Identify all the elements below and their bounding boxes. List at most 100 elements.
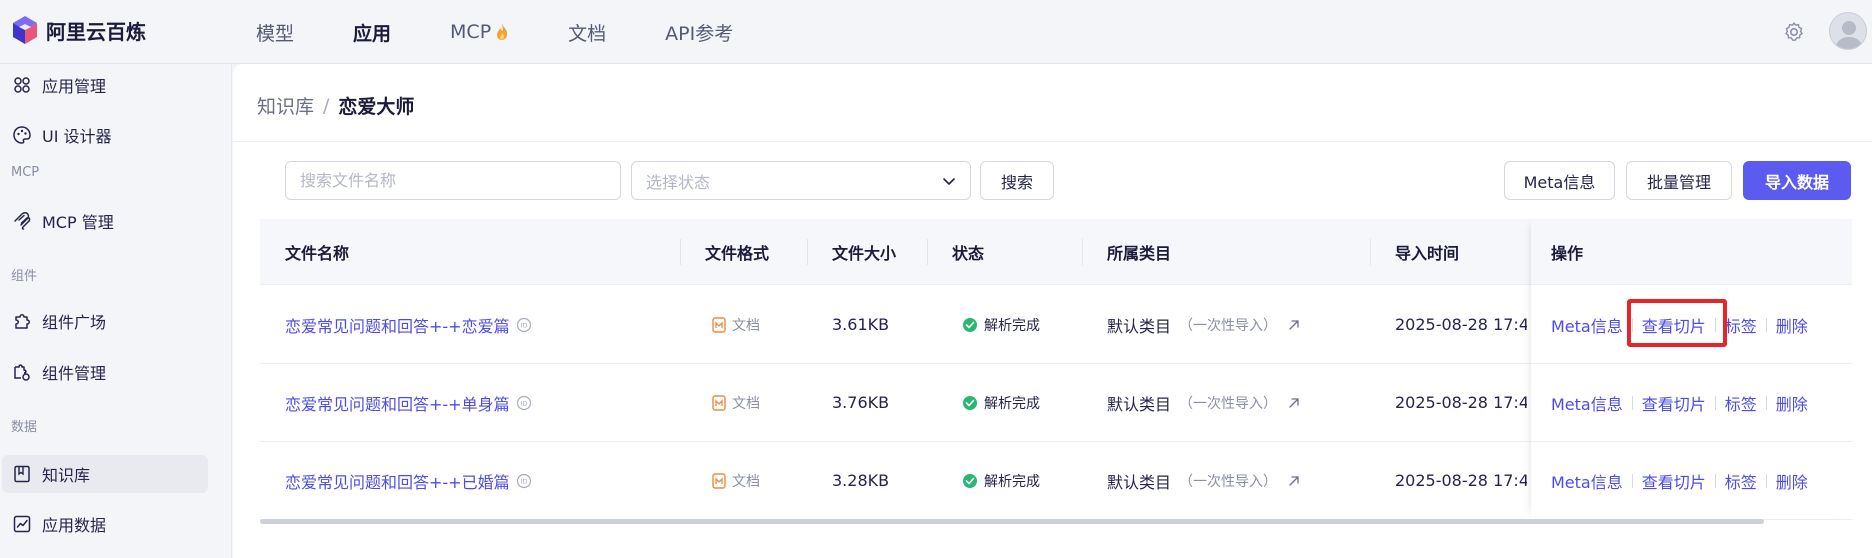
id-icon[interactable]: ID	[516, 473, 532, 489]
row-tags-link[interactable]: 标签	[1725, 313, 1757, 337]
row-tags-link[interactable]: 标签	[1725, 469, 1757, 493]
column-header-category: 所属类目	[1107, 244, 1172, 263]
sidebar-item-component-management[interactable]: 组件管理	[2, 353, 208, 391]
file-format-cell: 文档	[712, 286, 760, 363]
nav-app[interactable]: 应用	[353, 19, 391, 46]
breadcrumb-current: 恋爱大师	[338, 96, 415, 118]
breadcrumb-separator: /	[323, 94, 330, 117]
meta-info-button[interactable]: Meta信息	[1504, 161, 1615, 200]
category-cell: 默认类目 （一次性导入）	[1107, 442, 1301, 519]
row-delete-link[interactable]: 删除	[1776, 313, 1808, 337]
import-data-button[interactable]: 导入数据	[1743, 161, 1851, 200]
user-avatar[interactable]	[1829, 12, 1867, 50]
category-cell: 默认类目 （一次性导入）	[1107, 364, 1301, 441]
file-name-link[interactable]: 恋爱常见问题和回答+-+单身篇	[285, 391, 510, 415]
bailian-logo-icon	[13, 16, 37, 44]
row-actions: Meta信息 查看切片 标签 删除	[1551, 442, 1808, 519]
main-nav: 模型 应用 MCP 文档 API参考	[256, 0, 792, 64]
column-divider	[680, 239, 681, 265]
sidebar-item-knowledge-base[interactable]: 知识库	[2, 455, 208, 493]
column-header-actions: 操作	[1551, 244, 1584, 263]
file-name-link[interactable]: 恋爱常见问题和回答+-+恋爱篇	[285, 313, 510, 337]
component-settings-icon	[14, 364, 30, 381]
nav-api[interactable]: API参考	[665, 19, 733, 46]
app-name: 阿里云百炼	[46, 19, 146, 44]
status-text: 解析完成	[984, 473, 1040, 490]
row-meta-link[interactable]: Meta信息	[1551, 469, 1623, 493]
status-select[interactable]: 选择状态	[631, 161, 971, 200]
import-time-cell: 2025-08-28 17:48	[1395, 393, 1527, 412]
sidebar-item-ui-designer[interactable]: UI 设计器	[2, 116, 208, 154]
file-search-input[interactable]	[285, 161, 621, 200]
sidebar-section-data: 数据	[11, 420, 38, 435]
external-link-icon[interactable]	[1287, 474, 1301, 488]
file-size-cell: 3.61KB	[832, 315, 890, 334]
status-cell: 解析完成	[962, 442, 1040, 519]
gear-icon[interactable]	[1782, 20, 1806, 44]
row-view-chunks-link[interactable]: 查看切片	[1642, 391, 1706, 415]
breadcrumb: 知识库 / 恋爱大师	[257, 92, 414, 119]
row-meta-link[interactable]: Meta信息	[1551, 391, 1623, 415]
markdown-file-icon	[712, 316, 726, 333]
app-logo[interactable]: 阿里云百炼	[10, 14, 146, 46]
file-format-cell: 文档	[712, 442, 760, 519]
table-horizontal-scrollbar[interactable]	[260, 519, 1852, 525]
nav-mcp[interactable]: MCP	[450, 21, 509, 43]
sidebar-item-label: 知识库	[42, 466, 91, 485]
file-name-link[interactable]: 恋爱常见问题和回答+-+已婚篇	[285, 469, 510, 493]
row-delete-link[interactable]: 删除	[1776, 391, 1808, 415]
action-divider	[1765, 473, 1767, 488]
header-divider	[233, 141, 1872, 142]
category-cell: 默认类目 （一次性导入）	[1107, 286, 1301, 363]
sidebar-item-app-management[interactable]: 应用管理	[2, 66, 208, 104]
table-row: 恋爱常见问题和回答+-+已婚篇 ID 文档 3.28KB 解析完成 默认类目 （…	[260, 442, 1852, 520]
category-note: （一次性导入）	[1179, 317, 1278, 334]
nav-mcp-label: MCP	[450, 21, 492, 43]
chevron-down-icon	[943, 177, 955, 185]
row-view-chunks-link[interactable]: 查看切片	[1642, 469, 1706, 493]
nav-model[interactable]: 模型	[256, 19, 294, 46]
palette-icon	[13, 126, 31, 144]
file-name-cell: 恋爱常见问题和回答+-+已婚篇 ID	[285, 442, 532, 519]
external-link-icon[interactable]	[1287, 318, 1301, 332]
external-link-icon[interactable]	[1287, 396, 1301, 410]
sidebar-item-app-data[interactable]: 应用数据	[2, 505, 208, 543]
status-cell: 解析完成	[962, 364, 1040, 441]
status-text: 解析完成	[984, 395, 1040, 412]
batch-manage-button[interactable]: 批量管理	[1626, 161, 1732, 200]
scrollbar-thumb[interactable]	[260, 519, 1764, 524]
sidebar-item-mcp-management[interactable]: MCP 管理	[2, 202, 208, 240]
markdown-file-icon	[712, 472, 726, 489]
file-name-cell: 恋爱常见问题和回答+-+恋爱篇 ID	[285, 286, 532, 363]
table-header: 文件名称 文件格式 文件大小 状态 所属类目 导入时间 操作	[260, 219, 1852, 285]
row-delete-link[interactable]: 删除	[1776, 469, 1808, 493]
markdown-file-icon	[712, 394, 726, 411]
top-bar: 阿里云百炼 模型 应用 MCP 文档 API参考	[0, 0, 1872, 64]
sidebar-item-label: 应用管理	[42, 77, 107, 96]
search-button[interactable]: 搜索	[980, 161, 1054, 200]
nav-docs[interactable]: 文档	[568, 19, 606, 46]
sidebar-item-label: 组件管理	[42, 364, 107, 383]
row-meta-link[interactable]: Meta信息	[1551, 313, 1623, 337]
breadcrumb-parent[interactable]: 知识库	[257, 92, 314, 119]
category-note: （一次性导入）	[1179, 473, 1278, 490]
check-circle-icon	[963, 317, 977, 332]
flame-icon	[497, 24, 508, 40]
column-header-import-time: 导入时间	[1395, 244, 1460, 263]
sidebar-section-component: 组件	[11, 269, 38, 284]
sidebar-item-label: UI 设计器	[42, 127, 112, 146]
file-format-cell: 文档	[712, 364, 760, 441]
row-actions: Meta信息 查看切片 标签 删除	[1551, 364, 1808, 441]
id-icon[interactable]: ID	[516, 317, 532, 333]
sidebar: 应用管理 UI 设计器 MCP MCP 管理 组件 组件广场 组件管理 数据 知…	[0, 64, 232, 558]
sidebar-item-label: MCP 管理	[42, 213, 114, 232]
action-divider	[1714, 395, 1716, 410]
row-tags-link[interactable]: 标签	[1725, 391, 1757, 415]
user-icon	[1835, 21, 1863, 49]
file-name-cell: 恋爱常见问题和回答+-+单身篇 ID	[285, 364, 532, 441]
import-time-cell: 2025-08-28 17:48	[1395, 471, 1527, 490]
category-name: 默认类目	[1107, 394, 1172, 414]
mcp-icon	[14, 212, 31, 230]
sidebar-item-component-plaza[interactable]: 组件广场	[2, 302, 208, 340]
id-icon[interactable]: ID	[516, 395, 532, 411]
